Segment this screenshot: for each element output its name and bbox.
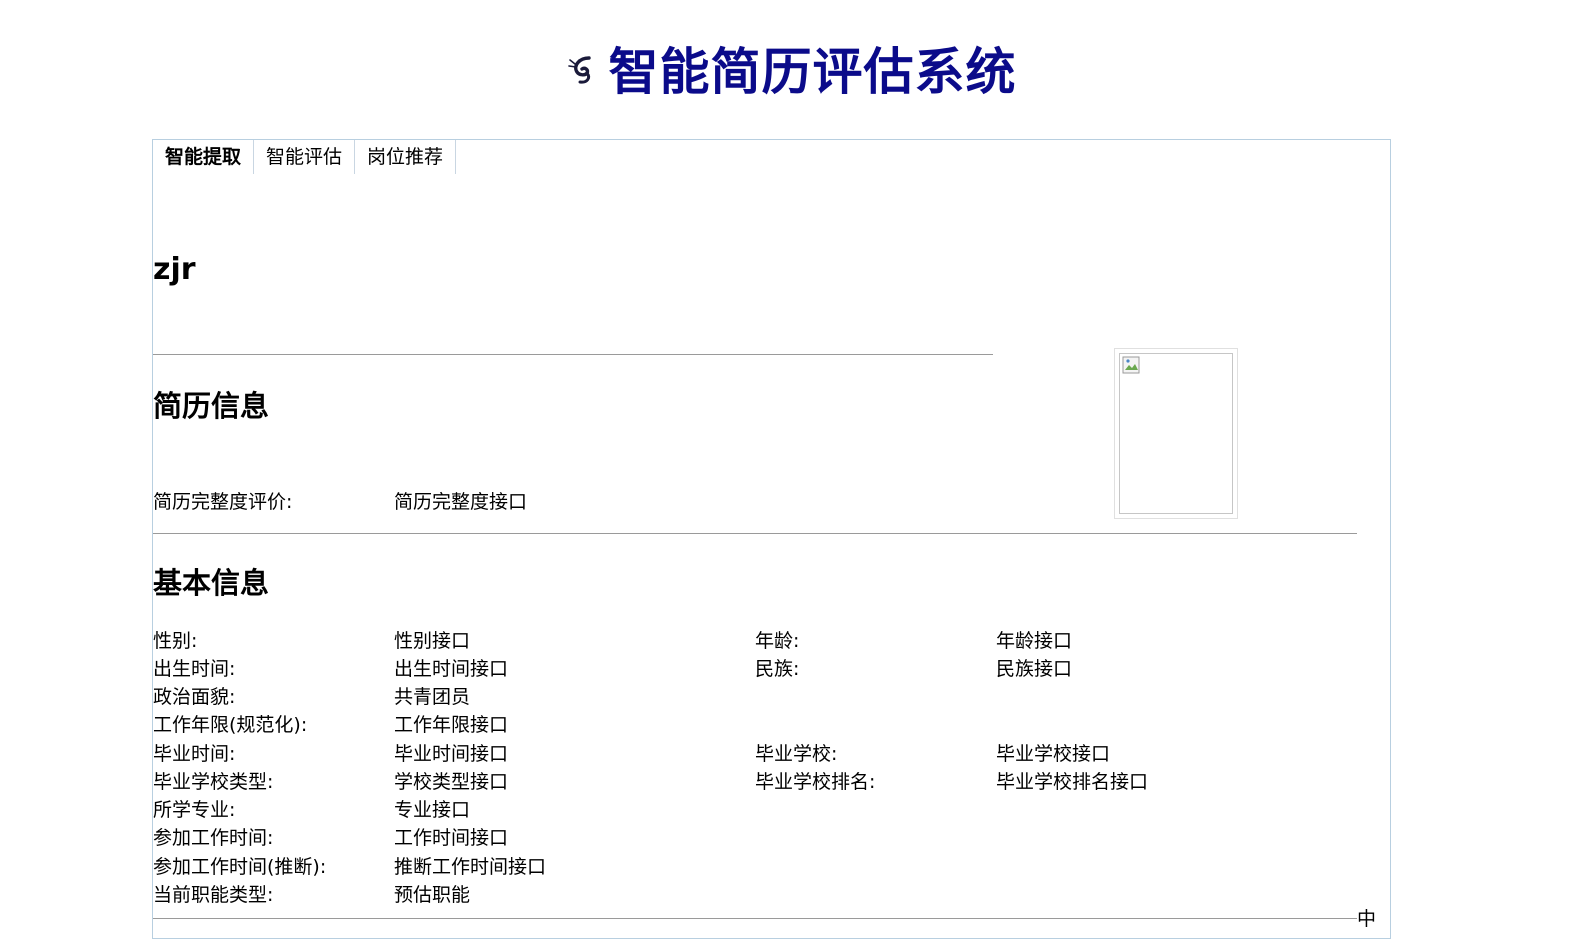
gender-value: 性别接口 <box>394 630 471 652</box>
work-years-label: 工作年限(规范化): <box>153 714 308 736</box>
main-panel: 智能提取 智能评估 岗位推荐 zjr 简历信息 简历完整度评价: 简历完整度接口… <box>152 139 1391 939</box>
tab-job-recommend[interactable]: 岗位推荐 <box>355 140 457 174</box>
app-title: 智能简历评估系统 <box>608 43 1017 101</box>
tab-smart-extract[interactable]: 智能提取 <box>153 140 255 174</box>
photo-placeholder <box>1119 353 1233 514</box>
divider <box>153 533 1357 534</box>
grad-time-label: 毕业时间: <box>153 743 236 765</box>
ethnicity-value: 民族接口 <box>996 658 1073 680</box>
gender-label: 性别: <box>153 630 198 652</box>
completeness-label: 简历完整度评价: <box>153 491 293 513</box>
tab-bar: 智能提取 智能评估 岗位推荐 <box>153 140 457 174</box>
job-type-label: 当前职能类型: <box>153 884 274 906</box>
broken-image-icon <box>1122 356 1140 374</box>
ethnicity-label: 民族: <box>755 658 800 680</box>
truncated-text: 中 <box>1357 908 1377 928</box>
school-rank-value: 毕业学校排名接口 <box>996 771 1149 793</box>
grad-school-value: 毕业学校接口 <box>996 743 1111 765</box>
work-start-value: 工作时间接口 <box>394 827 509 849</box>
birth-label: 出生时间: <box>153 658 236 680</box>
school-type-label: 毕业学校类型: <box>153 771 274 793</box>
basic-info-title: 基本信息 <box>153 566 270 600</box>
work-start-inferred-label: 参加工作时间(推断): <box>153 856 327 878</box>
school-type-value: 学校类型接口 <box>394 771 509 793</box>
job-type-value: 预估职能 <box>394 884 471 906</box>
grad-time-value: 毕业时间接口 <box>394 743 509 765</box>
shrimp-logo-icon <box>567 56 591 84</box>
completeness-value: 简历完整度接口 <box>394 491 528 513</box>
candidate-photo <box>1114 348 1238 519</box>
divider <box>153 354 993 355</box>
major-label: 所学专业: <box>153 799 236 821</box>
school-rank-label: 毕业学校排名: <box>755 771 876 793</box>
birth-value: 出生时间接口 <box>394 658 509 680</box>
candidate-name: zjr <box>153 252 196 287</box>
political-value: 共青团员 <box>394 686 471 708</box>
app-header: 智能简历评估系统 <box>0 36 1583 101</box>
major-value: 专业接口 <box>394 799 471 821</box>
tab-smart-evaluate[interactable]: 智能评估 <box>254 140 356 174</box>
work-start-inferred-value: 推断工作时间接口 <box>394 856 547 878</box>
work-years-value: 工作年限接口 <box>394 714 509 736</box>
resume-info-title: 简历信息 <box>153 389 270 423</box>
divider <box>153 918 1357 919</box>
political-label: 政治面貌: <box>153 686 236 708</box>
work-start-label: 参加工作时间: <box>153 827 274 849</box>
age-label: 年龄: <box>755 630 800 652</box>
grad-school-label: 毕业学校: <box>755 743 838 765</box>
age-value: 年龄接口 <box>996 630 1073 652</box>
